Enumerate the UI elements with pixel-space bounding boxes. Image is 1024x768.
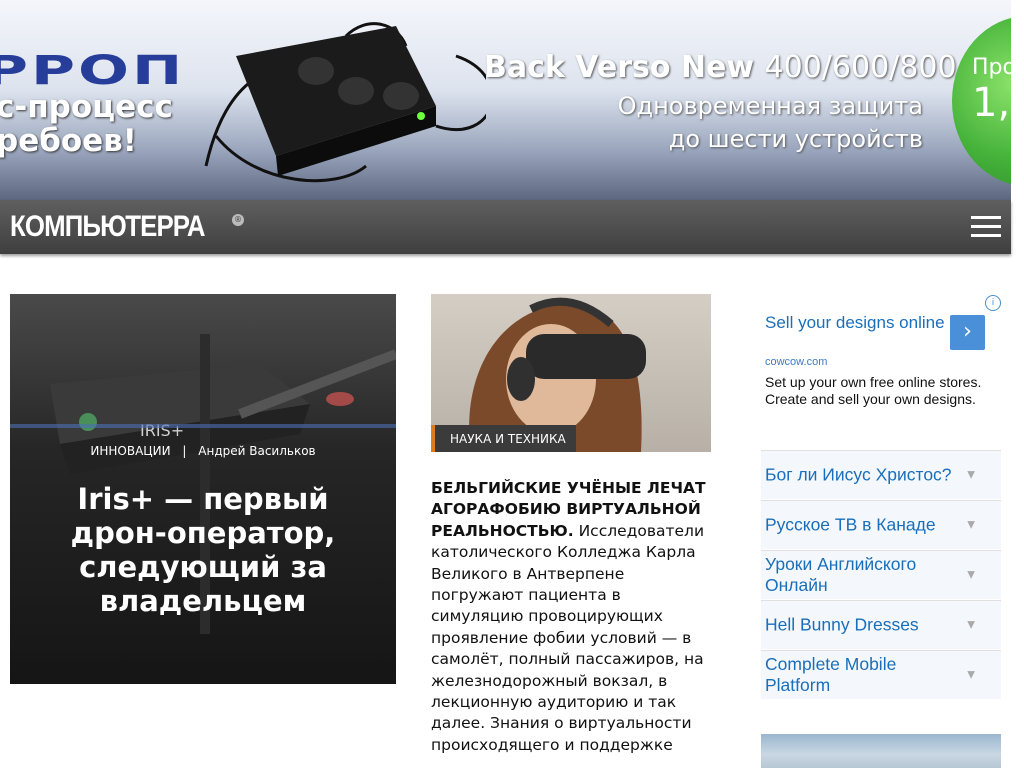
article-image[interactable]: НАУКА И ТЕХНИКА [431, 294, 711, 452]
article-category-badge[interactable]: НАУКА И ТЕХНИКА [431, 425, 576, 452]
ad-sky-image[interactable] [761, 734, 1001, 768]
article-excerpt: БЕЛЬГИЙСКИЕ УЧЁНЫЕ ЛЕЧАТ АГОРАФОБИЮ ВИРТ… [431, 478, 713, 756]
top-ad-banner[interactable]: РРОП с-процесс ребоев! Back Verso New 40… [0, 0, 1011, 200]
hamburger-menu-icon[interactable] [971, 216, 1001, 238]
ad-link-item[interactable]: Русское ТВ в Канаде ▼ [761, 500, 1001, 549]
site-header: КОМПЬЮТЕРРА ® [0, 200, 1011, 254]
banner-title: Back Verso New 400/600/800 [484, 50, 957, 85]
ad-arrow-button[interactable]: › [950, 315, 985, 350]
ad-info-icon[interactable]: i [985, 295, 1001, 311]
svg-text:IRIS+: IRIS+ [140, 421, 184, 440]
chevron-down-icon: ▼ [967, 619, 975, 631]
banner-left-text: с-процесс ребоев! [0, 89, 173, 159]
ad-links-list: Бог ли Иисус Христос? ▼ Русское ТВ в Кан… [761, 450, 1001, 700]
ad-body: Set up your own free online stores. Crea… [765, 374, 982, 407]
feature-title[interactable]: Iris+ — первый дрон-оператор, следующий … [40, 482, 366, 618]
ad-link-item[interactable]: Уроки Английского Онлайн ▼ [761, 550, 1001, 599]
feature-meta: ИННОВАЦИИ | Андрей Васильков [90, 444, 316, 458]
feature-author[interactable]: Андрей Васильков [198, 444, 315, 458]
ad-link-item[interactable]: Бог ли Иисус Христос? ▼ [761, 450, 1001, 499]
registered-mark-icon: ® [232, 214, 244, 226]
banner-subtitle: Одновременная защита до шести устройств [617, 92, 923, 153]
chevron-down-icon: ▼ [967, 669, 975, 681]
ad-link-item[interactable]: Hell Bunny Dresses ▼ [761, 600, 1001, 649]
feature-category[interactable]: ИННОВАЦИИ [90, 444, 170, 458]
power-strip-image [204, 22, 486, 183]
ad-domain[interactable]: cowcow.com [765, 356, 827, 368]
site-logo[interactable]: КОМПЬЮТЕРРА [10, 210, 206, 244]
chevron-down-icon: ▼ [967, 519, 975, 531]
banner-brand: РРОП [0, 48, 186, 94]
feature-article-card[interactable]: IRIS+ ИННОВАЦИИ | Андрей Васильков Iris+… [10, 294, 396, 684]
ad-headline[interactable]: Sell your designs online [765, 312, 945, 333]
promo-text: Про 1, [972, 55, 1011, 127]
chevron-down-icon: ▼ [967, 469, 975, 481]
article-body: Исследователи католического Колледжа Кар… [431, 521, 705, 754]
chevron-down-icon: ▼ [967, 569, 975, 581]
ad-link-item[interactable]: Complete Mobile Platform ▼ [761, 650, 1001, 699]
